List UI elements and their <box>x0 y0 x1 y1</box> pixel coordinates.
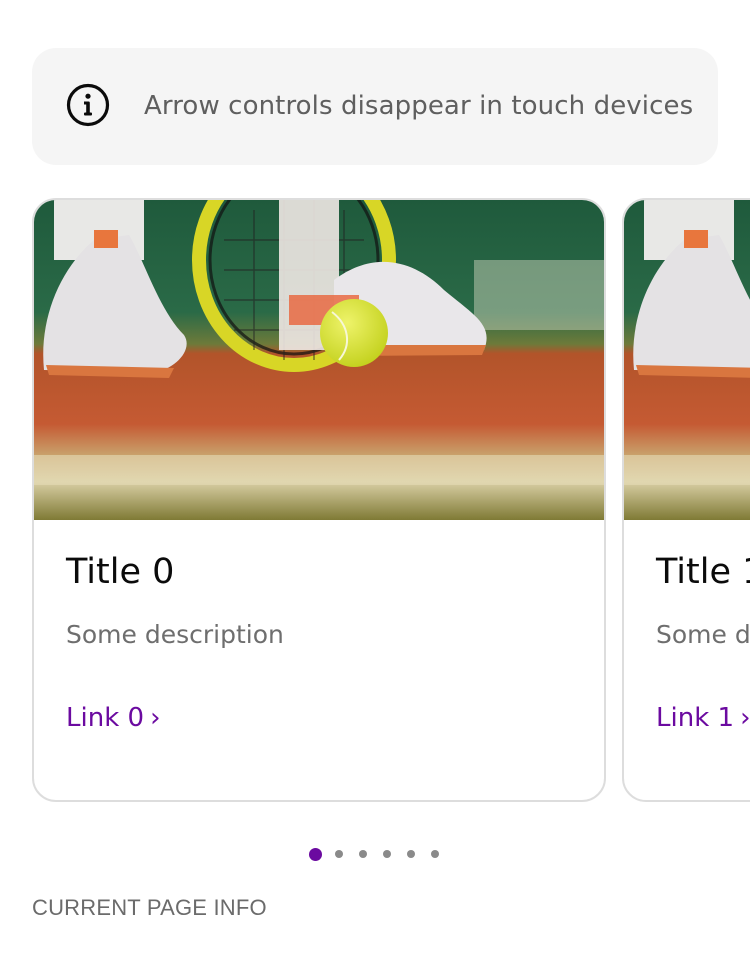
carousel-bullet[interactable] <box>431 850 439 858</box>
tennis-photo <box>624 200 750 520</box>
carousel-bullet[interactable] <box>407 850 415 858</box>
carousel-card[interactable]: Title 1 Some description Link 1› <box>622 198 750 802</box>
carousel-bullet[interactable] <box>335 850 343 858</box>
carousel-bullet-active[interactable] <box>309 847 322 861</box>
card-title: Title 0 <box>66 552 175 592</box>
chevron-right-icon: › <box>740 703 750 733</box>
carousel-bullet[interactable] <box>383 850 391 858</box>
card-link-label: Link 0 <box>66 703 145 733</box>
tennis-photo <box>34 200 604 520</box>
chevron-right-icon: › <box>150 703 161 733</box>
carousel-bullets <box>309 847 455 861</box>
card-image <box>624 200 750 520</box>
card-description: Some description <box>656 620 750 649</box>
card-description: Some description <box>66 620 284 649</box>
card-title: Title 1 <box>656 552 750 592</box>
info-icon <box>66 83 110 127</box>
info-banner: Arrow controls disappear in touch device… <box>32 48 718 165</box>
card-link-label: Link 1 <box>656 703 735 733</box>
info-banner-text: Arrow controls disappear in touch device… <box>144 91 694 121</box>
carousel-track[interactable]: Title 0 Some description Link 0 › Title … <box>32 198 750 802</box>
card-link[interactable]: Link 0 › <box>66 703 160 733</box>
current-page-info: CURRENT PAGE INFO <box>32 895 267 920</box>
carousel-card[interactable]: Title 0 Some description Link 0 › <box>32 198 606 802</box>
card-link[interactable]: Link 1 › <box>656 703 750 733</box>
card-image <box>34 200 604 520</box>
carousel-bullet[interactable] <box>359 850 367 858</box>
page: Arrow controls disappear in touch device… <box>0 0 750 974</box>
